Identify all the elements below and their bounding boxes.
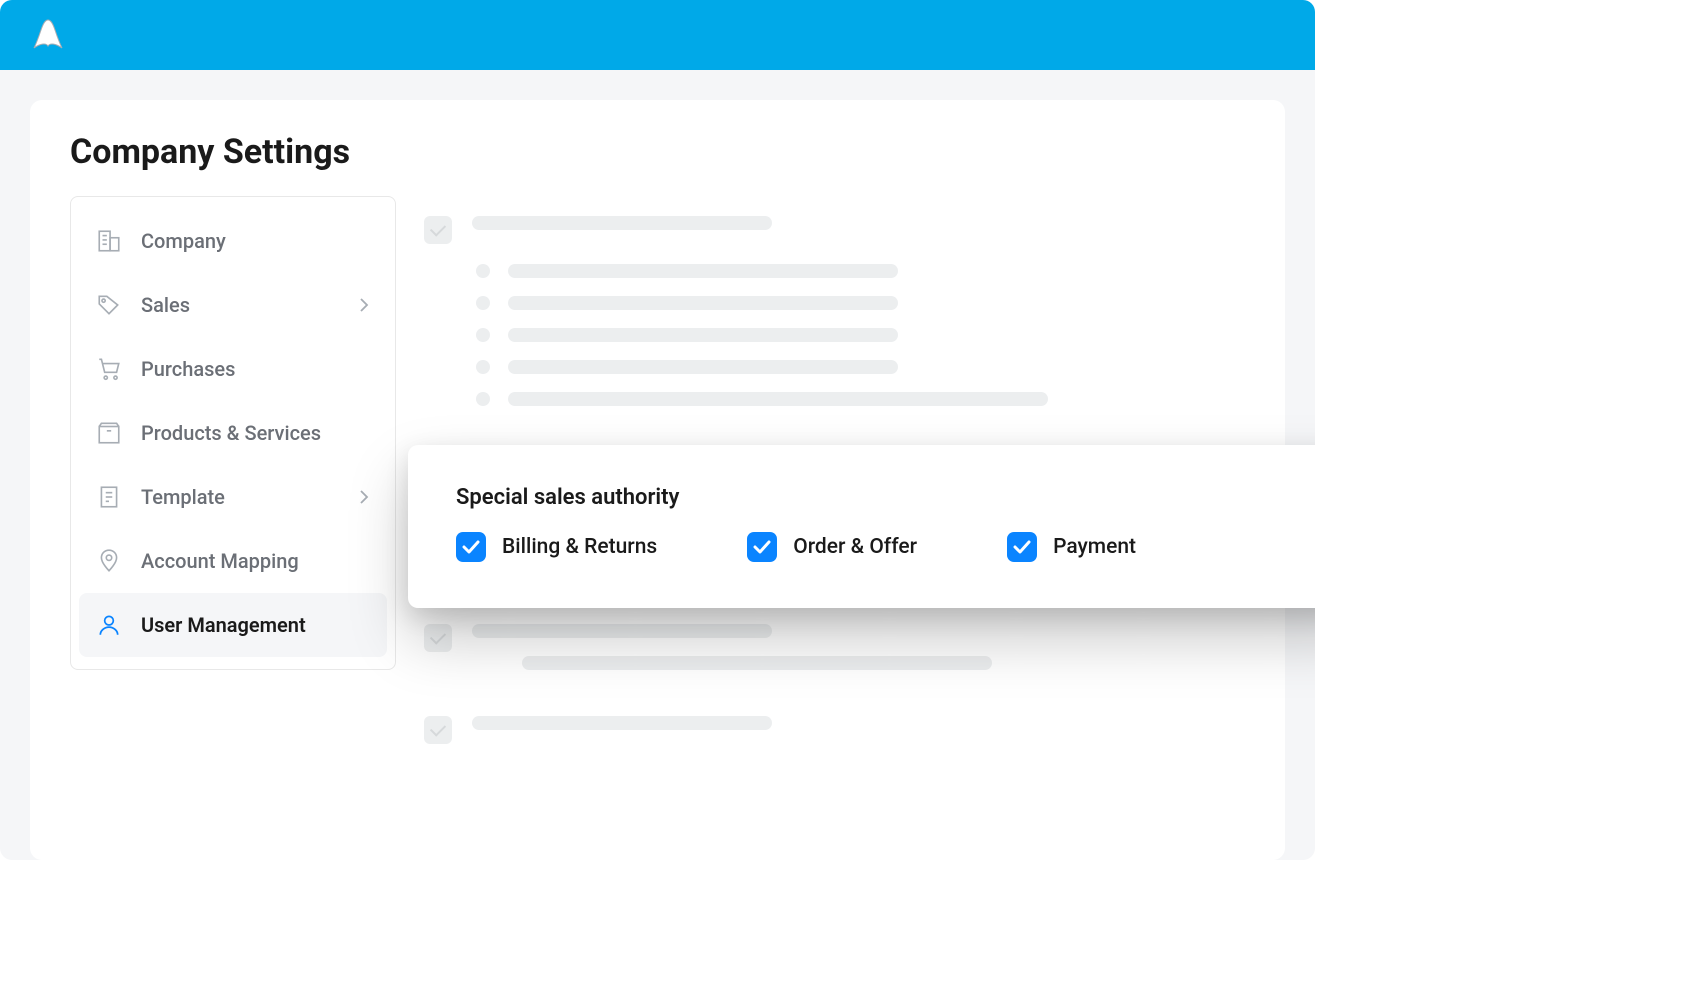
sidebar-item-label: Sales <box>141 293 190 317</box>
checkbox-billing-returns[interactable]: Billing & Returns <box>456 532 657 562</box>
sidebar-item-label: Products & Services <box>141 421 321 445</box>
titlebar <box>0 0 1315 70</box>
placeholder-checkbox <box>424 716 452 744</box>
placeholder-bar <box>472 216 772 230</box>
placeholder-bar <box>522 656 992 670</box>
sidebar-item-purchases[interactable]: Purchases <box>79 337 387 401</box>
placeholder-checkbox <box>424 624 452 652</box>
building-icon <box>95 227 123 255</box>
placeholder-row <box>424 360 1245 374</box>
popover-title: Special sales authority <box>456 485 1315 510</box>
box-icon <box>95 419 123 447</box>
app-logo-icon <box>28 15 68 55</box>
sidebar-item-company[interactable]: Company <box>79 209 387 273</box>
map-pin-icon <box>95 547 123 575</box>
placeholder-checkbox <box>424 216 452 244</box>
placeholder-row <box>424 328 1245 342</box>
sidebar-item-label: User Management <box>141 613 306 637</box>
placeholder-bar <box>472 624 772 638</box>
sidebar-item-account-mapping[interactable]: Account Mapping <box>79 529 387 593</box>
sidebar-item-sales[interactable]: Sales <box>79 273 387 337</box>
sales-authority-popover: Special sales authority Billing & Return… <box>408 445 1315 608</box>
chevron-right-icon <box>357 490 371 504</box>
user-icon <box>95 611 123 639</box>
sidebar-item-label: Company <box>141 229 226 253</box>
checkbox-checked-icon <box>456 532 486 562</box>
checkbox-checked-icon <box>1007 532 1037 562</box>
sidebar-item-user-management[interactable]: User Management <box>79 593 387 657</box>
chevron-right-icon <box>357 298 371 312</box>
placeholder-row <box>424 264 1245 278</box>
sidebar-item-label: Template <box>141 485 225 509</box>
placeholder-bar <box>472 716 772 730</box>
placeholder-group <box>424 216 1245 248</box>
cart-icon <box>95 355 123 383</box>
checkbox-payment[interactable]: Payment <box>1007 532 1136 562</box>
placeholder-group <box>424 624 1245 688</box>
placeholder-row <box>424 392 1245 406</box>
checkbox-order-offer[interactable]: Order & Offer <box>747 532 917 562</box>
sidebar-item-label: Purchases <box>141 357 235 381</box>
checkbox-label: Payment <box>1053 535 1136 559</box>
tag-icon <box>95 291 123 319</box>
sidebar-item-template[interactable]: Template <box>79 465 387 529</box>
checkbox-label: Order & Offer <box>793 535 917 559</box>
app-window: Company Settings Company <box>0 0 1315 860</box>
sidebar-item-products[interactable]: Products & Services <box>79 401 387 465</box>
checkbox-checked-icon <box>747 532 777 562</box>
sidebar-item-label: Account Mapping <box>141 549 299 573</box>
checkbox-label: Billing & Returns <box>502 535 657 559</box>
settings-sidebar: Company Sales <box>70 196 396 670</box>
placeholder-group <box>424 716 1245 748</box>
placeholder-row <box>424 296 1245 310</box>
page-title: Company Settings <box>70 132 1245 172</box>
document-icon <box>95 483 123 511</box>
